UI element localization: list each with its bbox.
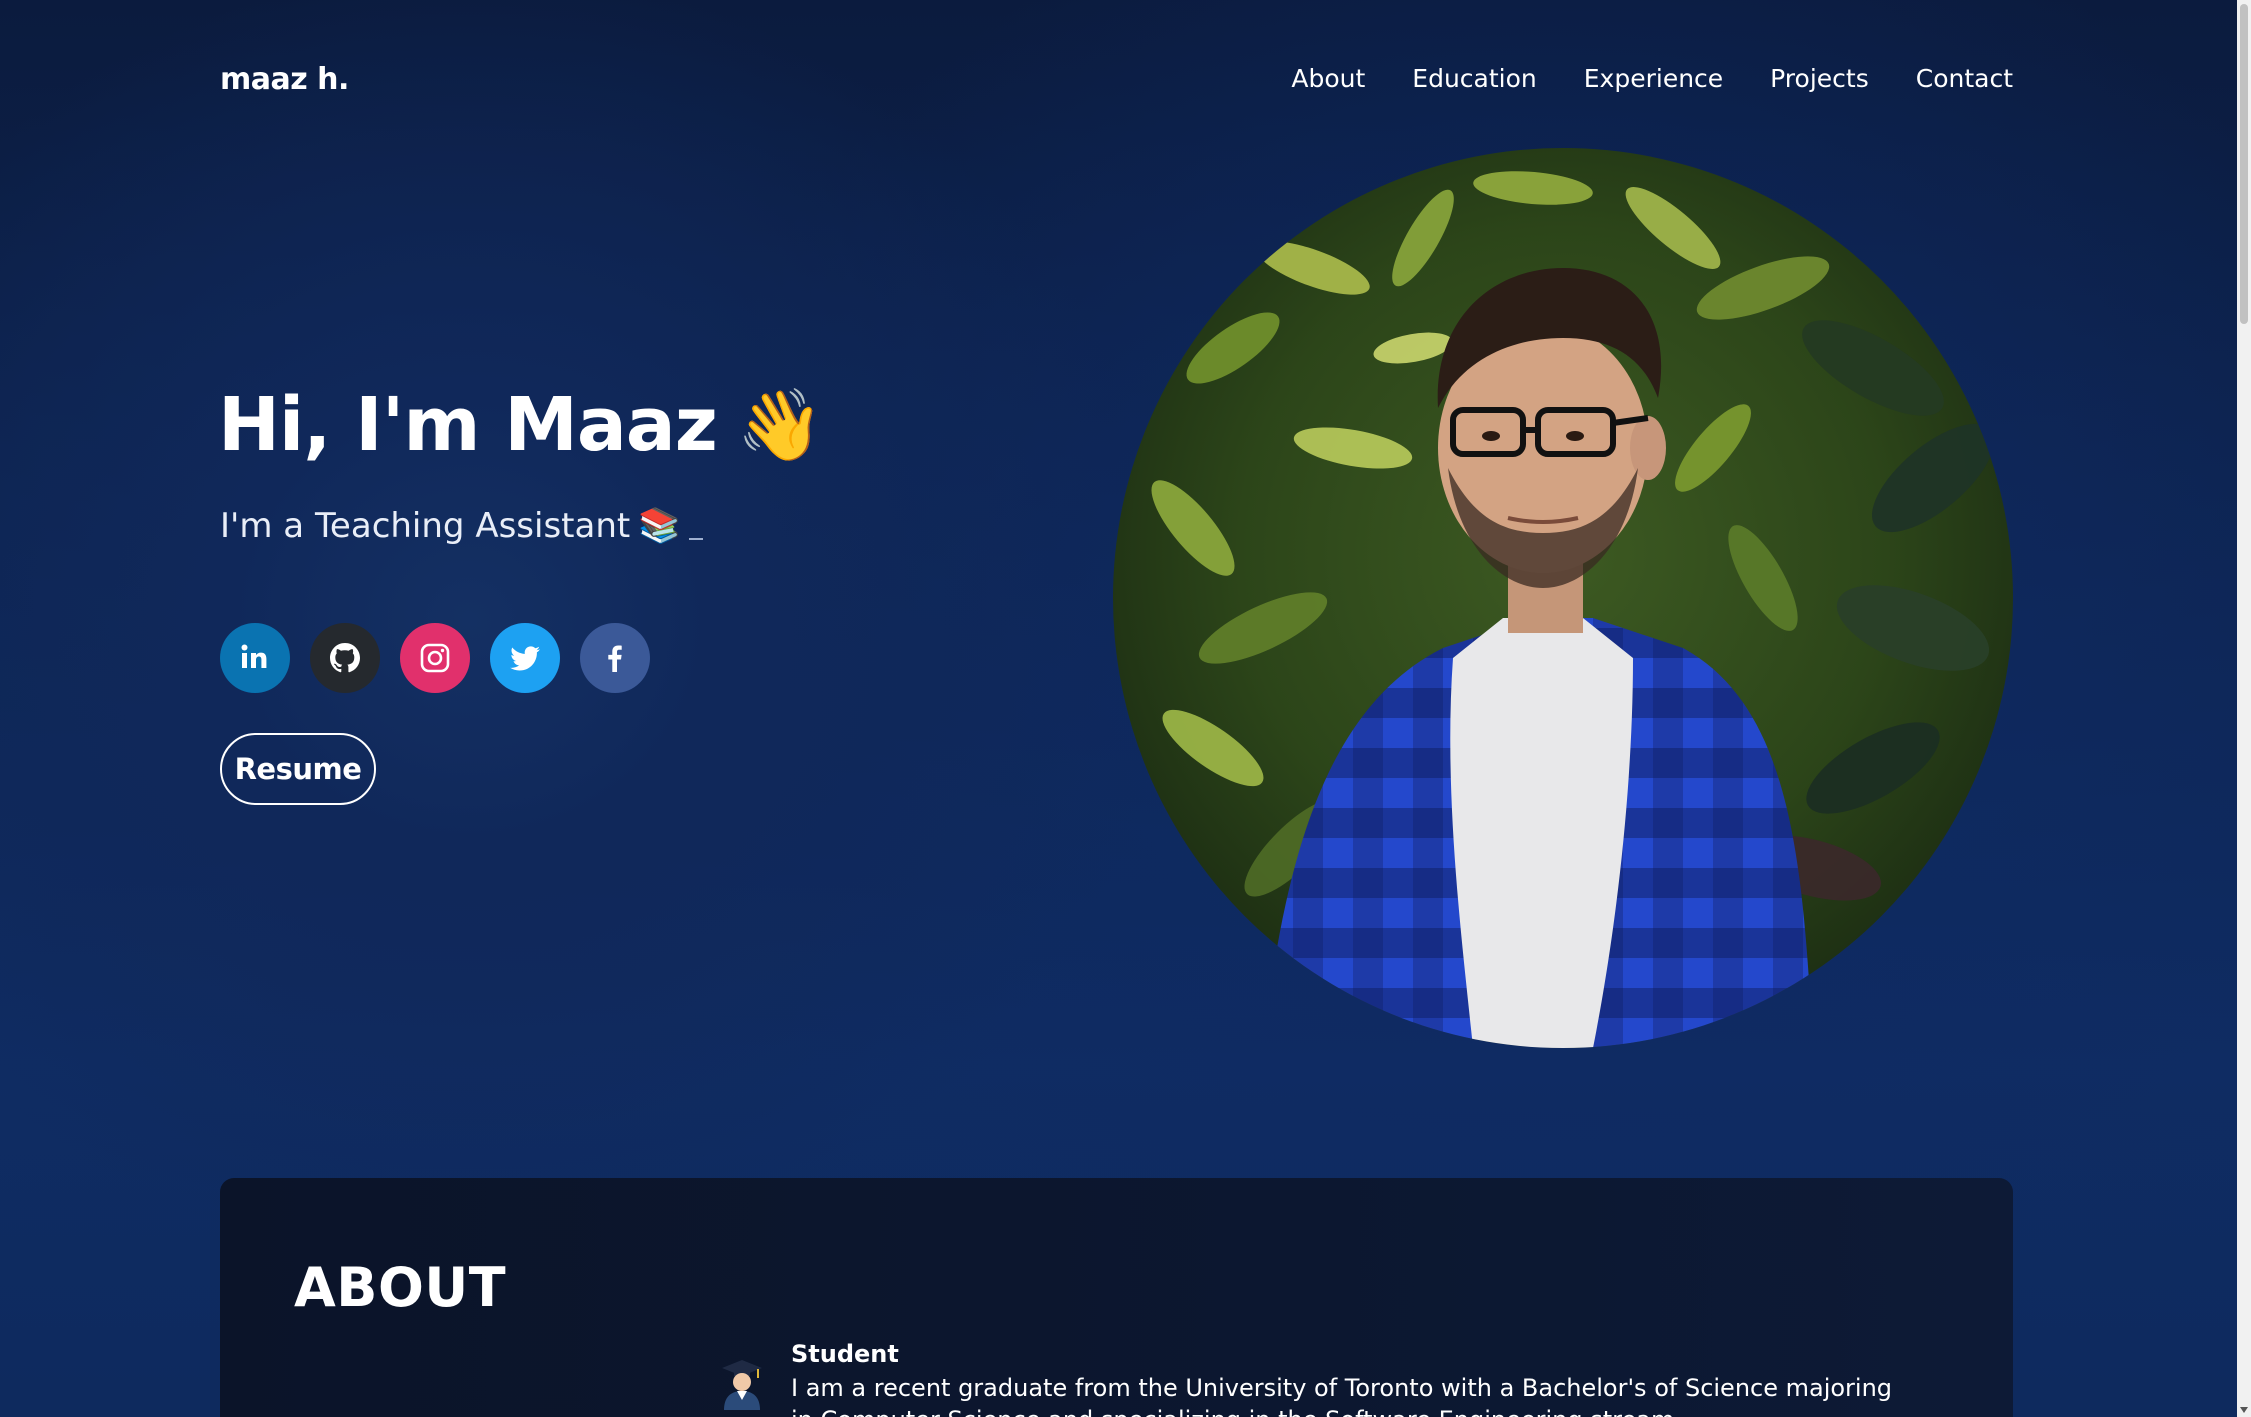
about-item-text: I am a recent graduate from the Universi… <box>791 1374 1893 1417</box>
twitter-icon <box>510 646 540 671</box>
about-item-title: Student <box>791 1340 899 1368</box>
hero-greeting-text: Hi, I'm Maaz <box>218 382 718 468</box>
nav-about[interactable]: About <box>1291 64 1365 93</box>
linkedin-link[interactable] <box>220 623 290 693</box>
scroll-down-arrow-icon[interactable] <box>2240 1407 2248 1413</box>
site-logo[interactable]: maaz h. <box>220 62 349 97</box>
linkedin-icon <box>241 644 267 668</box>
github-link[interactable] <box>310 623 380 693</box>
scrollbar[interactable] <box>2237 0 2251 1417</box>
typing-cursor <box>688 538 703 540</box>
resume-button[interactable]: Resume <box>220 733 376 805</box>
hero-subtitle: I'm a Teaching Assistant 📚 <box>220 506 703 546</box>
instagram-link[interactable] <box>400 623 470 693</box>
facebook-link[interactable] <box>580 623 650 693</box>
main-nav: About Education Experience Projects Cont… <box>1291 64 2013 93</box>
hero-greeting: Hi, I'm Maaz 👋 <box>218 382 824 468</box>
about-heading: ABOUT <box>294 1256 507 1319</box>
instagram-icon <box>420 643 450 673</box>
github-icon <box>330 643 360 673</box>
nav-projects[interactable]: Projects <box>1770 64 1869 93</box>
facebook-icon <box>608 645 622 672</box>
page: maaz h. About Education Experience Proje… <box>0 0 2251 1417</box>
nav-experience[interactable]: Experience <box>1584 64 1723 93</box>
about-section: ABOUT Student I am a recent graduate fro… <box>220 1178 2013 1417</box>
profile-photo-illustration <box>1113 148 2013 1048</box>
waving-hand-icon: 👋 <box>736 384 824 466</box>
social-links <box>220 623 650 693</box>
nav-education[interactable]: Education <box>1412 64 1536 93</box>
books-icon: 📚 <box>638 506 681 546</box>
graduate-icon <box>722 1360 762 1410</box>
profile-photo <box>1113 148 2013 1048</box>
hero-subtitle-text: I'm a Teaching Assistant <box>220 506 631 546</box>
twitter-link[interactable] <box>490 623 560 693</box>
scrollbar-thumb[interactable] <box>2240 4 2248 324</box>
nav-contact[interactable]: Contact <box>1916 64 2013 93</box>
